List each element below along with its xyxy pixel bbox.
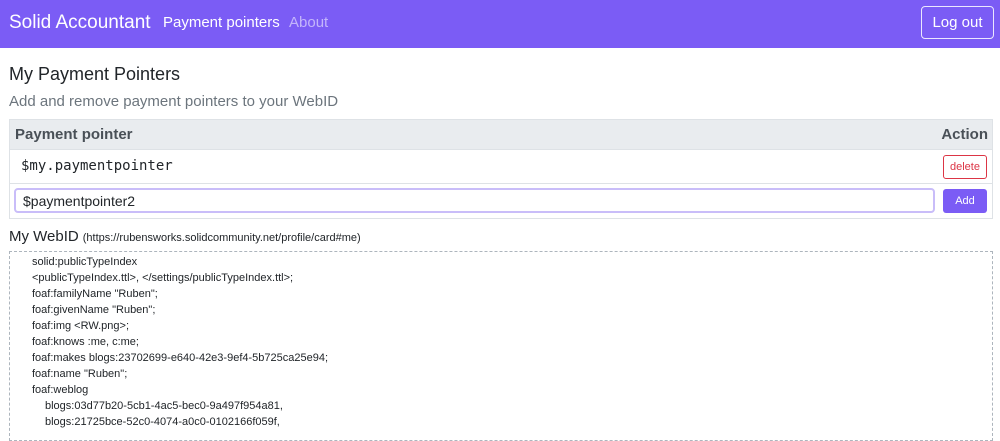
turtle-line: blogs:21725bce-52c0-4074-a0c0-0102166f05… [45, 416, 280, 428]
turtle-line: foaf:givenName "Ruben"; [32, 304, 156, 316]
webid-heading: My WebID (https://rubensworks.solidcommun… [9, 228, 361, 247]
delete-button[interactable]: delete [943, 155, 987, 179]
payment-pointer-value: $my.paymentpointer [21, 158, 173, 174]
page-title: My Payment Pointers [9, 64, 181, 84]
add-button[interactable]: Add [943, 189, 987, 213]
turtle-line: foaf:weblog [32, 384, 89, 396]
webid-turtle-box: solid:publicTypeIndex <publicTypeIndex.t… [9, 251, 993, 441]
table-header: Payment pointer Action [9, 119, 993, 150]
turtle-line: blogs:03d77b20-5cb1-4ac5-bec0-9a497f954a… [45, 400, 283, 412]
turtle-line: foaf:familyName "Ruben"; [32, 288, 158, 300]
logout-button[interactable]: Log out [921, 6, 994, 39]
turtle-line: solid:publicTypeIndex [32, 256, 138, 268]
nav-link-about[interactable]: About [289, 14, 328, 32]
turtle-line: foaf:name "Ruben"; [32, 368, 128, 380]
payment-pointer-input[interactable] [14, 188, 935, 213]
webid-url: (https://rubensworks.solidcommunity.net/… [82, 232, 361, 244]
navbar: Solid Accountant Payment pointers About … [0, 0, 1000, 48]
turtle-line: foaf:knows :me, c:me; [32, 336, 139, 348]
column-header-action: Action [941, 126, 988, 143]
brand-link[interactable]: Solid Accountant [9, 12, 151, 34]
new-pointer-row: Add [9, 184, 993, 219]
table-row: $my.paymentpointer delete [9, 150, 993, 184]
webid-title: My WebID [9, 228, 79, 245]
column-header-payment-pointer: Payment pointer [15, 126, 133, 143]
turtle-line: foaf:makes blogs:23702699-e640-42e3-9ef4… [32, 352, 329, 364]
turtle-line: foaf:img <RW.png>; [32, 320, 130, 332]
page-subtitle: Add and remove payment pointers to your … [9, 93, 339, 110]
turtle-line: <publicTypeIndex.ttl>, </settings/public… [32, 272, 294, 284]
nav-link-payment-pointers[interactable]: Payment pointers [163, 14, 280, 32]
